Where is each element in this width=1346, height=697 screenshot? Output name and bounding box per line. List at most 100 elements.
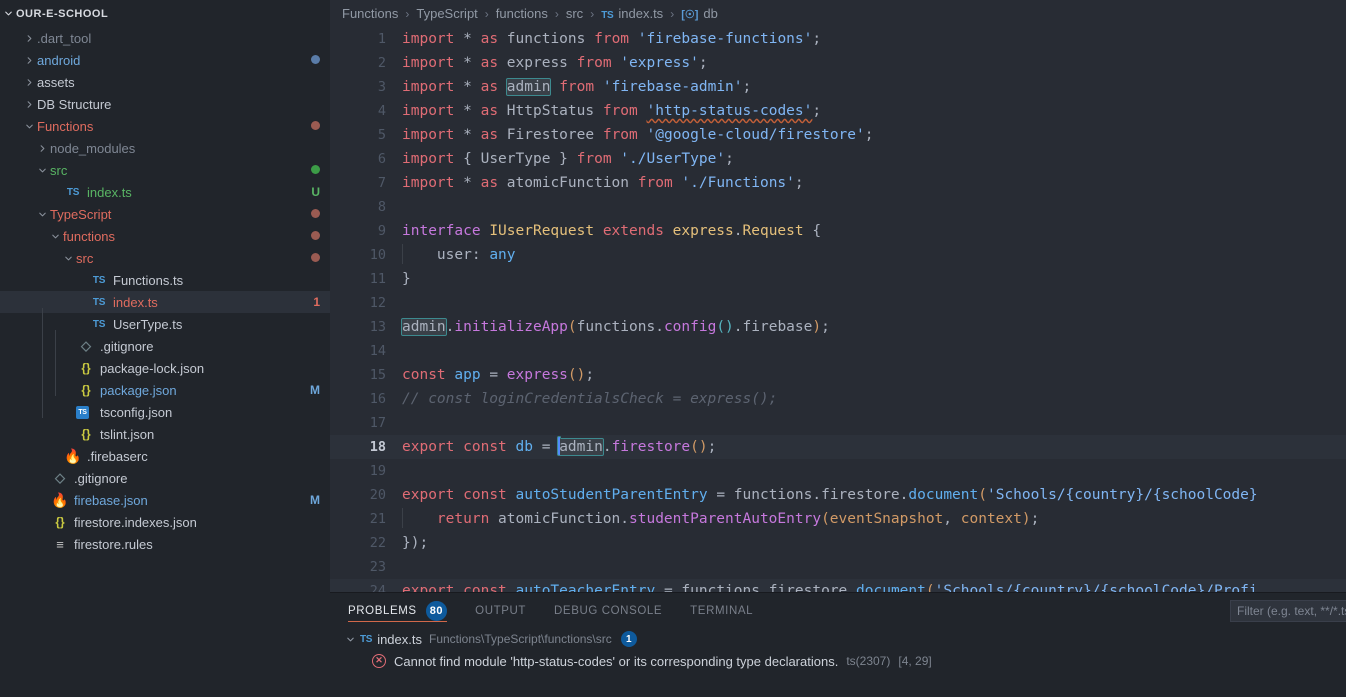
line-number: 15 bbox=[369, 367, 386, 383]
tree-folder-node-modules[interactable]: node_modules bbox=[0, 137, 330, 159]
line-content: user: any bbox=[402, 243, 1346, 267]
breadcrumb-item-src[interactable]: src bbox=[566, 6, 583, 21]
tree-file-gitignore[interactable]: ◇ .gitignore bbox=[0, 335, 330, 357]
code-line[interactable]: 21 return atomicFunction.studentParentAu… bbox=[330, 507, 1346, 531]
problem-row[interactable]: ✕ Cannot find module 'http-status-codes' … bbox=[330, 650, 1346, 672]
code-line[interactable]: 19 bbox=[330, 459, 1346, 483]
code-line[interactable]: 10 user: any bbox=[330, 243, 1346, 267]
tree-file-index-ts[interactable]: TS index.ts U bbox=[0, 181, 330, 203]
code-line[interactable]: 13 admin.initializeApp(functions.config()… bbox=[330, 315, 1346, 339]
problems-filter-input[interactable]: Filter (e.g. text, **/*.ts, !**/node_mod… bbox=[1230, 600, 1346, 622]
tree-item-label: index.ts bbox=[113, 294, 158, 310]
line-number: 8 bbox=[377, 199, 386, 215]
tree-file-usertype-ts[interactable]: TS UserType.ts bbox=[0, 313, 330, 335]
breadcrumb-separator: › bbox=[554, 6, 559, 21]
file-tree[interactable]: .dart_tool android assets DB Structure Funct… bbox=[0, 27, 330, 555]
tree-file-firestore-rules[interactable]: ≡ firestore.rules bbox=[0, 533, 330, 555]
panel-tab-output[interactable]: OUTPUT bbox=[475, 593, 526, 628]
tree-folder-dart-tool[interactable]: .dart_tool bbox=[0, 27, 330, 49]
code-line[interactable]: 7 import * as atomicFunction from './Func… bbox=[330, 171, 1346, 195]
tree-item-label: .firebaserc bbox=[87, 448, 148, 464]
tree-file-functions-ts[interactable]: TS Functions.ts bbox=[0, 269, 330, 291]
code-line[interactable]: 9 interface IUserRequest extends express.… bbox=[330, 219, 1346, 243]
json-file-icon: {} bbox=[81, 361, 91, 375]
tree-file-gitignore[interactable]: ◇ .gitignore bbox=[0, 467, 330, 489]
problem-file-row[interactable]: TS index.ts Functions\TypeScript\functions… bbox=[330, 628, 1346, 650]
ts-file-icon: TS bbox=[92, 318, 106, 330]
code-line[interactable]: 3 import * as admin from 'firebase-admin'… bbox=[330, 75, 1346, 99]
tree-file-index-ts[interactable]: TS index.ts 1 bbox=[0, 291, 330, 313]
tree-folder-android[interactable]: android bbox=[0, 49, 330, 71]
code-line[interactable]: 15 const app = express(); bbox=[330, 363, 1346, 387]
chevron-right-icon[interactable] bbox=[21, 33, 37, 44]
breadcrumb-item-db[interactable]: [☉] db bbox=[681, 6, 718, 21]
code-line[interactable]: 6 import { UserType } from './UserType'; bbox=[330, 147, 1346, 171]
chevron-down-icon[interactable] bbox=[21, 121, 37, 132]
editor-area: Functions › TypeScript › functions › src › TS ind… bbox=[330, 0, 1346, 697]
breadcrumb-item-label: Functions bbox=[342, 6, 399, 21]
tree-file-firebaserc[interactable]: 🔥 .firebaserc bbox=[0, 445, 330, 467]
tree-folder-src[interactable]: src bbox=[0, 247, 330, 269]
chevron-down-icon[interactable] bbox=[34, 165, 50, 176]
panel-tab-debug-console[interactable]: DEBUG CONSOLE bbox=[554, 593, 662, 628]
code-line[interactable]: 11} bbox=[330, 267, 1346, 291]
tree-folder-functions[interactable]: Functions bbox=[0, 115, 330, 137]
json-file-icon: {} bbox=[81, 427, 91, 441]
chevron-down-icon[interactable] bbox=[60, 253, 76, 264]
chevron-right-icon[interactable] bbox=[21, 55, 37, 66]
tree-file-firestore-indexes-json[interactable]: {} firestore.indexes.json bbox=[0, 511, 330, 533]
code-line[interactable]: 12 bbox=[330, 291, 1346, 315]
tree-file-firebase-json[interactable]: 🔥 firebase.json M bbox=[0, 489, 330, 511]
code-line[interactable]: 22}); bbox=[330, 531, 1346, 555]
explorer-project-header[interactable]: OUR-E-SCHOOL bbox=[0, 0, 330, 27]
tree-folder-assets[interactable]: assets bbox=[0, 71, 330, 93]
tree-folder-functions[interactable]: functions bbox=[0, 225, 330, 247]
tree-folder-src[interactable]: src bbox=[0, 159, 330, 181]
code-line-active[interactable]: 18 export const db = admin.firestore(); bbox=[330, 435, 1346, 459]
line-content: import * as atomicFunction from './Funct… bbox=[402, 175, 804, 191]
chevron-right-icon[interactable] bbox=[21, 77, 37, 88]
tree-item-label: package.json bbox=[100, 382, 177, 398]
breadcrumb-item-typescript[interactable]: TypeScript bbox=[416, 6, 477, 21]
panel-tab-bar[interactable]: PROBLEMS 80 OUTPUT DEBUG CONSOLE TERMINAL Fil… bbox=[330, 593, 1346, 628]
breadcrumb[interactable]: Functions › TypeScript › functions › src › TS ind… bbox=[330, 0, 1346, 27]
code-line[interactable]: 1 import * as functions from 'firebase-fu… bbox=[330, 27, 1346, 51]
tree-folder-db-structure[interactable]: DB Structure bbox=[0, 93, 330, 115]
problems-list[interactable]: TS index.ts Functions\TypeScript\functions… bbox=[330, 628, 1346, 697]
breadcrumb-item-functions[interactable]: functions bbox=[496, 6, 548, 21]
tree-item-label: assets bbox=[37, 74, 75, 90]
tree-item-decoration-dot bbox=[311, 163, 320, 177]
line-content: import * as functions from 'firebase-fun… bbox=[402, 31, 822, 47]
tree-item-label: tsconfig.json bbox=[100, 404, 173, 420]
panel-tab-problems[interactable]: PROBLEMS 80 bbox=[348, 593, 448, 628]
explorer-sidebar[interactable]: OUR-E-SCHOOL .dart_tool android assets DB S… bbox=[0, 0, 330, 697]
breadcrumb-item-index-ts[interactable]: TS index.ts bbox=[601, 6, 663, 21]
tree-file-package-json[interactable]: {} package.json M bbox=[0, 379, 330, 401]
code-line[interactable]: 8 bbox=[330, 195, 1346, 219]
code-line[interactable]: 23 bbox=[330, 555, 1346, 579]
chevron-down-icon[interactable] bbox=[342, 634, 358, 645]
tree-item-label: TypeScript bbox=[50, 206, 112, 222]
tree-file-tslint-json[interactable]: {} tslint.json bbox=[0, 423, 330, 445]
tree-folder-typescript[interactable]: TypeScript bbox=[0, 203, 330, 225]
code-line[interactable]: 14 bbox=[330, 339, 1346, 363]
line-content: import * as admin from 'firebase-admin'; bbox=[402, 78, 752, 96]
code-line[interactable]: 16 // const loginCredentialsCheck = expre… bbox=[330, 387, 1346, 411]
tree-item-label: src bbox=[76, 250, 94, 266]
line-number: 5 bbox=[377, 127, 386, 143]
panel-tab-terminal[interactable]: TERMINAL bbox=[690, 593, 753, 628]
git-file-icon: ◇ bbox=[55, 470, 65, 485]
code-line[interactable]: 20 export const autoStudentParentEntry = … bbox=[330, 483, 1346, 507]
chevron-down-icon[interactable] bbox=[47, 231, 63, 242]
chevron-right-icon[interactable] bbox=[21, 99, 37, 110]
code-line[interactable]: 4 import * as HttpStatus from 'http-statu… bbox=[330, 99, 1346, 123]
breadcrumb-item-label: functions bbox=[495, 6, 548, 21]
chevron-down-icon[interactable] bbox=[34, 209, 50, 220]
code-line[interactable]: 17 bbox=[330, 411, 1346, 435]
code-line[interactable]: 5 import * as Firestoree from '@google-cl… bbox=[330, 123, 1346, 147]
code-line[interactable]: 2 import * as express from 'express'; bbox=[330, 51, 1346, 75]
breadcrumb-item-functions[interactable]: Functions bbox=[342, 6, 398, 21]
tree-file-package-lock-json[interactable]: {} package-lock.json bbox=[0, 357, 330, 379]
chevron-right-icon[interactable] bbox=[34, 143, 50, 154]
tree-file-tsconfig-json[interactable]: TS tsconfig.json bbox=[0, 401, 330, 423]
